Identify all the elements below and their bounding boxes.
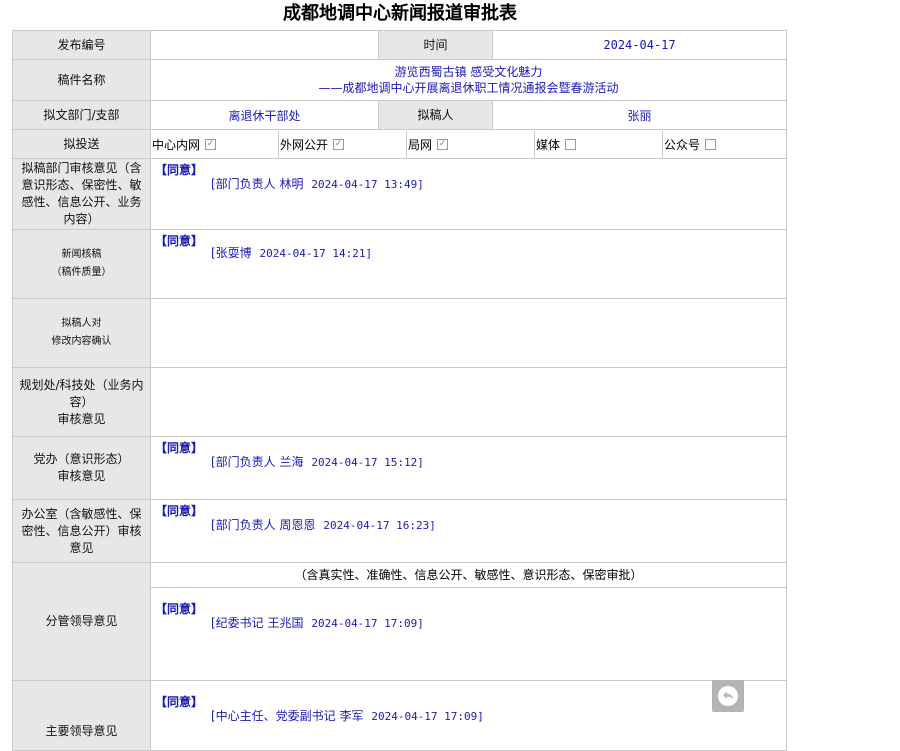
- row-review-supervising-leader: 分管领导意见 （含真实性、准确性、信息公开、敏感性、意识形态、保密审批） 【同意…: [12, 562, 787, 681]
- row-manuscript: 稿件名称 游览西蜀古镇 感受文化魅力 ——成都地调中心开展离退休职工情况通报会暨…: [12, 59, 787, 101]
- publish-option-bureau-web[interactable]: 局网 ✓: [407, 130, 535, 158]
- review-opinion: 【同意】 [张耍博 2024-04-17 14:21]: [150, 229, 787, 299]
- review-signature: [中心主任、党委副书记 李军 2024-04-17 17:09]: [211, 707, 484, 724]
- publish-option-label: 局网: [408, 137, 433, 152]
- review-label: 新闻核稿 （稿件质量）: [12, 229, 151, 299]
- publish-option-label: 媒体: [536, 137, 561, 152]
- review-label: 规划处/科技处（业务内容） 审核意见: [12, 367, 151, 437]
- review-opinion: 【同意】 [部门负责人 周恩恩 2024-04-17 16:23]: [150, 499, 787, 563]
- row-publish: 拟投送 中心内网 ✓ 外网公开 ✓ 局网 ✓ 媒体 公众号: [12, 129, 787, 159]
- review-label: 分管领导意见: [12, 562, 151, 681]
- review-signature: [部门负责人 林明 2024-04-17 13:49]: [211, 175, 424, 192]
- dept-value: 离退休干部处: [150, 100, 379, 130]
- agree-text: 【同意】: [155, 504, 204, 518]
- page-title: 成都地调中心新闻报道审批表: [283, 3, 517, 24]
- checkbox-empty-icon[interactable]: [565, 138, 577, 150]
- release-no-field[interactable]: [150, 30, 379, 60]
- agree-text: 【同意】: [155, 234, 204, 248]
- time-label: 时间: [378, 30, 493, 60]
- publish-option-media[interactable]: 媒体: [535, 130, 663, 158]
- agree-text: 【同意】: [155, 602, 204, 616]
- review-signature: [部门负责人 周恩恩 2024-04-17 16:23]: [211, 516, 436, 533]
- row-review-author-confirm: 拟稿人对 修改内容确认: [12, 298, 787, 368]
- review-note: （含真实性、准确性、信息公开、敏感性、意识形态、保密审批）: [151, 564, 786, 588]
- review-label-line: 规划处/科技处（业务内容）: [19, 377, 144, 409]
- publish-options: 中心内网 ✓ 外网公开 ✓ 局网 ✓ 媒体 公众号: [150, 129, 787, 159]
- checkbox-checked-icon[interactable]: ✓: [333, 138, 345, 150]
- row-review-party-office: 党办（意识形态） 审核意见 【同意】 [部门负责人 兰海 2024-04-17 …: [12, 436, 787, 500]
- review-signature: [张耍博 2024-04-17 14:21]: [211, 244, 372, 261]
- row-review-office: 办公室（含敏感性、保密性、信息公开）审核意见 【同意】 [部门负责人 周恩恩 2…: [12, 499, 787, 563]
- checkbox-checked-icon[interactable]: ✓: [437, 138, 449, 150]
- review-label: 党办（意识形态） 审核意见: [12, 436, 151, 500]
- sign-time: 2024-04-17 16:23]: [323, 519, 436, 532]
- release-no-label: 发布编号: [12, 30, 151, 60]
- publish-option-label: 公众号: [664, 137, 701, 152]
- manuscript-label: 稿件名称: [12, 59, 151, 101]
- time-value[interactable]: 2024-04-17: [492, 30, 787, 60]
- publish-option-wechat[interactable]: 公众号: [663, 131, 786, 158]
- agree-text: 【同意】: [155, 441, 204, 455]
- signer-name: [部门负责人 兰海: [211, 455, 304, 469]
- review-label-line: （稿件质量）: [51, 267, 112, 278]
- review-opinion: 【同意】 [中心主任、党委副书记 李军 2024-04-17 17:09]: [150, 680, 787, 751]
- reply-button[interactable]: [712, 680, 744, 712]
- agree-text: 【同意】: [155, 695, 204, 709]
- review-label: 主要领导意见: [12, 680, 151, 751]
- review-label: 办公室（含敏感性、保密性、信息公开）审核意见: [12, 499, 151, 563]
- checkbox-checked-icon[interactable]: ✓: [205, 138, 217, 150]
- review-label: 拟稿人对 修改内容确认: [12, 298, 151, 368]
- signer-name: [张耍博: [211, 246, 252, 260]
- dept-label: 拟文部门/支部: [12, 100, 151, 130]
- reply-arrow-icon: [718, 686, 738, 706]
- manuscript-subtitle: ——成都地调中心开展离退休职工情况通报会暨春游活动: [318, 81, 619, 95]
- agree-text: 【同意】: [155, 163, 204, 177]
- author-value: 张丽: [492, 100, 787, 130]
- signer-name: [部门负责人 林明: [211, 177, 304, 191]
- sign-time: 2024-04-17 17:09]: [311, 617, 424, 630]
- row-review-news-check: 新闻核稿 （稿件质量） 【同意】 [张耍博 2024-04-17 14:21]: [12, 229, 787, 299]
- signer-name: [中心主任、党委副书记 李军: [211, 709, 364, 723]
- signer-name: [纪委书记 王兆国: [211, 616, 304, 630]
- review-label-line: 新闻核稿: [61, 249, 102, 260]
- publish-option-label: 中心内网: [152, 137, 201, 152]
- signer-name: [部门负责人 周恩恩: [211, 518, 316, 532]
- manuscript-title: 游览西蜀古镇 感受文化魅力: [394, 65, 543, 79]
- row-review-drafting-dept: 拟稿部门审核意见（含意识形态、保密性、敏感性、信息公开、业务内容） 【同意】 […: [12, 158, 787, 230]
- review-label-line: 党办（意识形态）: [33, 452, 130, 466]
- review-opinion: 【同意】 [部门负责人 林明 2024-04-17 13:49]: [150, 158, 787, 230]
- review-opinion-empty[interactable]: [150, 367, 787, 437]
- sign-time: 2024-04-17 13:49]: [311, 178, 424, 191]
- sign-time: 2024-04-17 15:12]: [311, 456, 424, 469]
- sign-time: 2024-04-17 14:21]: [259, 247, 373, 260]
- row-review-main-leader: 主要领导意见 【同意】 [中心主任、党委副书记 李军 2024-04-17 17…: [12, 680, 787, 751]
- review-signature: [纪委书记 王兆国 2024-04-17 17:09]: [211, 614, 424, 631]
- review-label: 拟稿部门审核意见（含意识形态、保密性、敏感性、信息公开、业务内容）: [12, 158, 151, 230]
- manuscript-value: 游览西蜀古镇 感受文化魅力 ——成都地调中心开展离退休职工情况通报会暨春游活动: [150, 59, 787, 101]
- review-opinion: 【同意】 [部门负责人 兰海 2024-04-17 15:12]: [150, 436, 787, 500]
- review-label-line: 拟稿人对: [61, 318, 102, 329]
- sign-time: 2024-04-17 17:09]: [371, 710, 484, 723]
- publish-option-intranet[interactable]: 中心内网 ✓: [152, 130, 279, 158]
- row-review-planning: 规划处/科技处（业务内容） 审核意见: [12, 367, 787, 437]
- checkbox-empty-icon[interactable]: [705, 138, 717, 150]
- publish-option-public-web[interactable]: 外网公开 ✓: [279, 130, 407, 158]
- review-label-line: 审核意见: [57, 469, 106, 483]
- publish-label: 拟投送: [12, 129, 151, 159]
- author-label: 拟稿人: [378, 100, 493, 130]
- review-opinion-empty[interactable]: [150, 298, 787, 368]
- approval-form: 发布编号 时间 2024-04-17 稿件名称 游览西蜀古镇 感受文化魅力 ——…: [12, 30, 787, 751]
- review-label-line: 审核意见: [57, 411, 106, 426]
- review-signature: [部门负责人 兰海 2024-04-17 15:12]: [211, 453, 424, 470]
- review-label-line: 修改内容确认: [51, 336, 112, 347]
- publish-option-label: 外网公开: [280, 137, 329, 152]
- row-release-no: 发布编号 时间 2024-04-17: [12, 30, 787, 60]
- row-dept: 拟文部门/支部 离退休干部处 拟稿人 张丽: [12, 100, 787, 130]
- review-opinion: （含真实性、准确性、信息公开、敏感性、意识形态、保密审批） 【同意】 [纪委书记…: [150, 562, 787, 681]
